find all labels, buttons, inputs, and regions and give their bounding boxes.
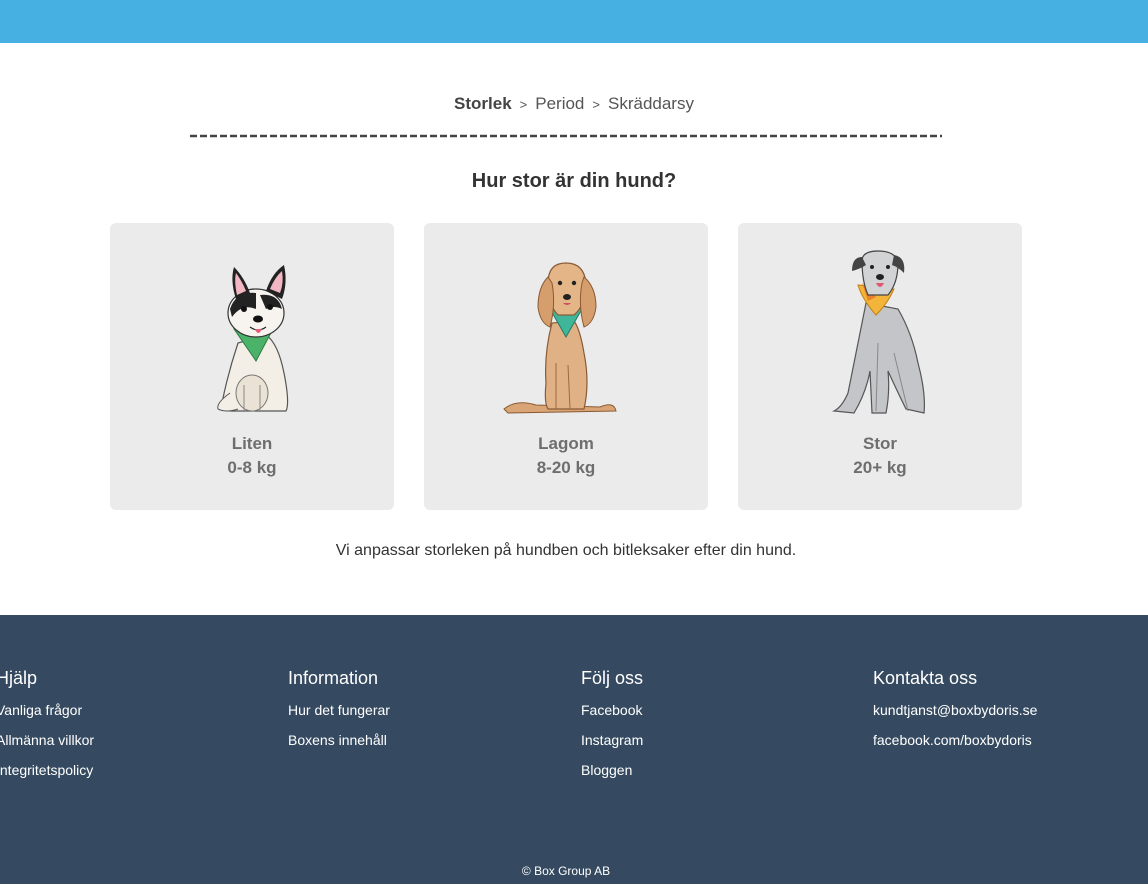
footer-link-box-contents[interactable]: Boxens innehåll	[288, 731, 390, 761]
setter-dog-icon	[503, 262, 617, 414]
footer-link-facebook-page[interactable]: facebook.com/boxbydoris	[873, 731, 1037, 761]
footer-heading: Information	[288, 668, 379, 688]
french-bulldog-icon	[217, 265, 289, 412]
top-bar	[0, 0, 1148, 43]
size-option-small[interactable]: Liten 0-8 kg	[110, 223, 394, 510]
size-option-large[interactable]: Stor 20+ kg	[738, 223, 1022, 510]
greyhound-dog-icon	[831, 250, 925, 414]
option-weight: 0-8 kg	[227, 458, 277, 477]
footer-link-email[interactable]: kundtjanst@boxbydoris.se	[873, 701, 1037, 731]
footer-column-contact: Kontakta oss kundtjanst@boxbydoris.se fa…	[873, 668, 1037, 761]
footer-link-how-it-works[interactable]: Hur det fungerar	[288, 701, 390, 731]
footer-link-faq[interactable]: Vanliga frågor	[0, 701, 94, 731]
dashed-divider	[190, 134, 942, 138]
step-customize: Skräddarsy	[607, 94, 694, 113]
copyright: © Box Group AB	[521, 864, 611, 878]
step-period: Period	[535, 94, 585, 113]
option-weight: 8-20 kg	[536, 458, 596, 477]
size-option-medium[interactable]: Lagom 8-20 kg	[424, 223, 708, 510]
chevron-separator: >	[519, 97, 528, 112]
size-note: Vi anpassar storleken på hundben och bit…	[335, 542, 797, 559]
footer-link-privacy[interactable]: Integritetspolicy	[0, 761, 94, 791]
footer-link-terms[interactable]: Allmänna villkor	[0, 731, 94, 761]
page-title: Hur stor är din hund?	[471, 170, 677, 192]
option-name: Stor	[863, 434, 897, 453]
option-name: Liten	[231, 434, 273, 453]
chevron-separator: >	[592, 97, 600, 112]
footer-link-instagram[interactable]: Instagram	[581, 731, 643, 761]
footer-heading: Hjälp	[0, 668, 38, 688]
footer-heading: Kontakta oss	[873, 668, 978, 688]
footer-column-follow: Följ oss Facebook Instagram Bloggen	[581, 668, 643, 791]
footer-link-facebook[interactable]: Facebook	[581, 701, 643, 731]
option-weight: 20+ kg	[853, 458, 907, 477]
footer-column-information: Information Hur det fungerar Boxens inne…	[288, 668, 390, 761]
footer: Hjälp Vanliga frågor Allmänna villkor In…	[0, 615, 1148, 884]
footer-heading: Följ oss	[581, 668, 644, 688]
footer-column-help: Hjälp Vanliga frågor Allmänna villkor In…	[0, 668, 94, 791]
option-name: Lagom	[538, 434, 594, 453]
footer-link-blog[interactable]: Bloggen	[581, 761, 643, 791]
step-size: Storlek	[454, 94, 512, 113]
step-breadcrumb: Storlek > Period > Skräddarsy	[0, 94, 1148, 114]
